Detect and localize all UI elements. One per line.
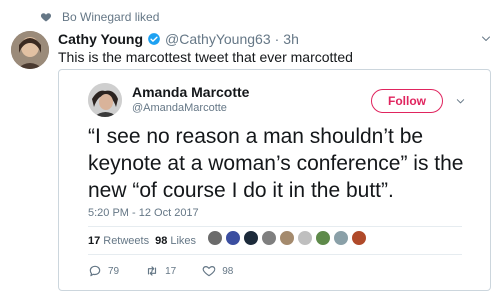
divider <box>88 226 462 227</box>
tweet-actions: 79 17 98 <box>88 263 259 279</box>
author-name[interactable]: Cathy Young <box>58 31 143 47</box>
quoted-tweet-text: “I see no reason a man shouldn’t be keyn… <box>88 125 464 202</box>
avatar[interactable] <box>11 31 49 69</box>
liker-avatar[interactable] <box>297 230 313 246</box>
author-handle[interactable]: @CathyYoung63 <box>165 31 271 47</box>
separator: · <box>274 31 280 47</box>
social-context: Bo Winegard liked <box>40 9 159 25</box>
liker-avatar[interactable] <box>351 230 367 246</box>
liker-avatars <box>207 230 367 246</box>
liker-avatar[interactable] <box>315 230 331 246</box>
retweet-button[interactable]: 17 <box>145 264 176 278</box>
verified-badge-icon <box>148 33 160 45</box>
liker-avatar[interactable] <box>333 230 349 246</box>
quoted-author-name[interactable]: Amanda Marcotte <box>132 84 249 100</box>
liker-avatar[interactable] <box>279 230 295 246</box>
liker-avatar[interactable] <box>243 230 259 246</box>
retweets-label: Retweets <box>103 235 150 247</box>
retweet-icon <box>148 266 157 276</box>
tweet-time[interactable]: 3h <box>283 31 299 47</box>
chevron-down-icon[interactable] <box>455 96 466 107</box>
like-count: 98 <box>222 265 234 277</box>
divider <box>88 254 462 255</box>
chevron-down-icon[interactable] <box>480 33 492 45</box>
reply-icon <box>89 265 101 277</box>
tweet-header: Cathy Young @CathyYoung63 · 3h <box>58 30 299 48</box>
heart-icon <box>202 266 216 277</box>
like-button[interactable]: 98 <box>202 264 233 278</box>
quoted-avatar[interactable] <box>88 83 122 117</box>
heart-icon <box>40 13 52 22</box>
retweets-stat[interactable]: 17 Retweets <box>88 235 149 247</box>
liker-avatar[interactable] <box>261 230 277 246</box>
reply-count: 79 <box>108 265 120 277</box>
engagement-stats: 17 Retweets 98 Likes <box>88 232 202 250</box>
liker-avatar[interactable] <box>207 230 223 246</box>
likes-label: Likes <box>170 235 197 247</box>
reply-button[interactable]: 79 <box>88 264 119 278</box>
likes-count: 98 <box>155 235 168 247</box>
quoted-timestamp[interactable]: 5:20 PM - 12 Oct 2017 <box>88 207 199 219</box>
quoted-tweet-card[interactable]: Amanda Marcotte @AmandaMarcotte Follow “… <box>58 69 491 291</box>
retweet-count: 17 <box>165 265 177 277</box>
tweet-text: This is the marcottest tweet that ever m… <box>58 49 353 65</box>
retweets-count: 17 <box>88 235 101 247</box>
likes-stat[interactable]: 98 Likes <box>155 235 196 247</box>
social-context-text[interactable]: Bo Winegard liked <box>62 10 159 24</box>
liker-avatar[interactable] <box>225 230 241 246</box>
quoted-author-handle[interactable]: @AmandaMarcotte <box>132 102 227 114</box>
timeline-item: Bo Winegard liked Cathy Young @CathyYoun… <box>0 0 500 298</box>
follow-button[interactable]: Follow <box>371 89 443 113</box>
